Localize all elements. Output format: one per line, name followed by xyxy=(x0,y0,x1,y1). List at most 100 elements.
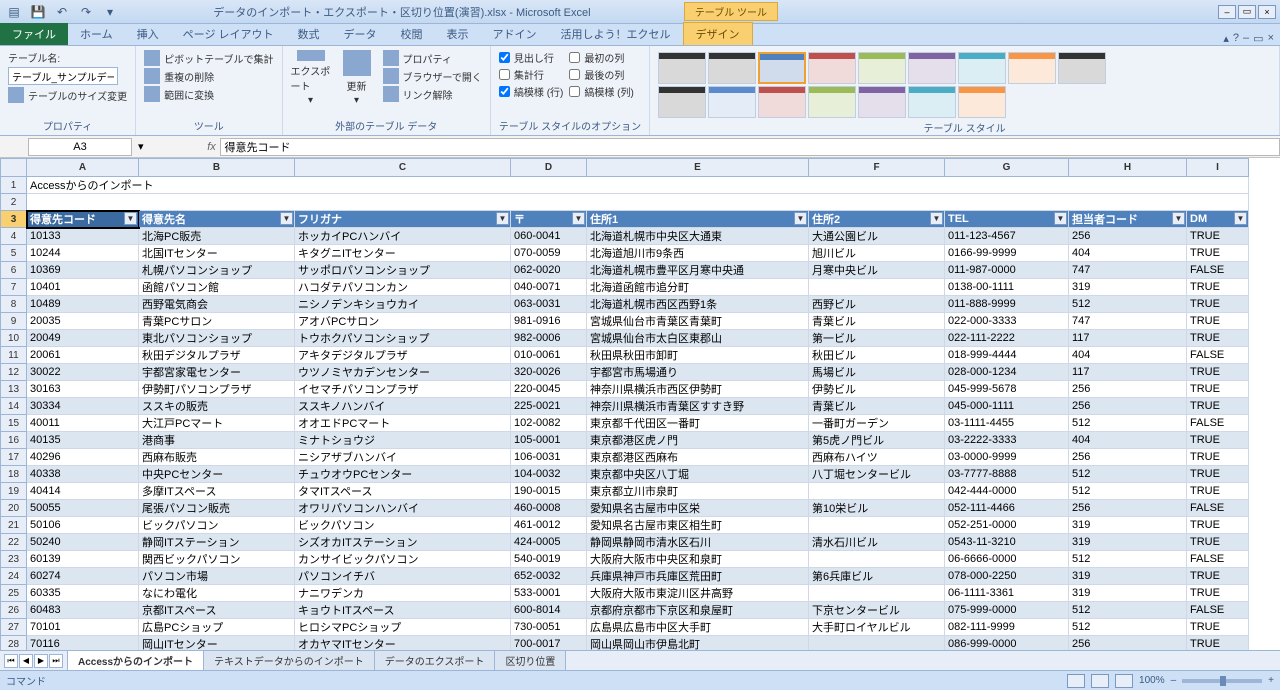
cell[interactable]: 東京都港区西麻布 xyxy=(587,449,809,466)
row-header[interactable]: 23 xyxy=(1,551,27,568)
resize-table-button[interactable]: テーブルのサイズ変更 xyxy=(8,87,127,103)
cell[interactable]: 東京都立川市泉町 xyxy=(587,483,809,500)
cell[interactable]: 10489 xyxy=(27,296,139,313)
cell[interactable]: 190-0015 xyxy=(511,483,587,500)
cell[interactable]: 700-0017 xyxy=(511,636,587,651)
cell[interactable]: 第6兵庫ビル xyxy=(809,568,945,585)
unlink-button[interactable]: リンク解除 xyxy=(383,86,482,102)
minimize-button[interactable]: – xyxy=(1218,5,1236,19)
header-cell[interactable]: TEL▼ xyxy=(945,211,1069,228)
workbook-maximize-icon[interactable]: ▭ xyxy=(1253,32,1263,45)
cell[interactable]: 256 xyxy=(1069,449,1187,466)
banded-cols-check[interactable]: 縞模様 (列) xyxy=(569,84,633,99)
row-header[interactable]: 18 xyxy=(1,466,27,483)
row-header[interactable]: 5 xyxy=(1,245,27,262)
cell[interactable]: 愛知県名古屋市中区栄 xyxy=(587,500,809,517)
cell[interactable]: 大通公園ビル xyxy=(809,228,945,245)
cell[interactable]: 256 xyxy=(1069,381,1187,398)
row-header[interactable]: 9 xyxy=(1,313,27,330)
cell[interactable]: キタグニITセンター xyxy=(295,245,511,262)
cell[interactable]: 319 xyxy=(1069,585,1187,602)
cell[interactable]: 青葉ビル xyxy=(809,398,945,415)
refresh-button[interactable]: 更新▾ xyxy=(337,50,377,106)
cell[interactable]: 60335 xyxy=(27,585,139,602)
filter-dropdown-icon[interactable]: ▼ xyxy=(1234,212,1247,225)
cell[interactable]: 018-999-4444 xyxy=(945,347,1069,364)
cell[interactable]: 青葉PCサロン xyxy=(139,313,295,330)
table-name-input[interactable] xyxy=(8,67,118,85)
cell[interactable]: 20049 xyxy=(27,330,139,347)
cell[interactable]: 伊勢町パソコンプラザ xyxy=(139,381,295,398)
cell[interactable]: 220-0045 xyxy=(511,381,587,398)
tab-data[interactable]: データ xyxy=(332,23,389,45)
cell[interactable]: 月寒中央ビル xyxy=(809,262,945,279)
row-header[interactable]: 19 xyxy=(1,483,27,500)
cell[interactable]: TRUE xyxy=(1187,568,1249,585)
cell[interactable]: 028-000-1234 xyxy=(945,364,1069,381)
cell[interactable]: 京都府京都市下京区和泉屋町 xyxy=(587,602,809,619)
cell[interactable]: TRUE xyxy=(1187,534,1249,551)
sheet-tab[interactable]: データのエクスポート xyxy=(374,651,496,671)
header-cell[interactable]: 〒▼ xyxy=(511,211,587,228)
row-header[interactable]: 25 xyxy=(1,585,27,602)
cell[interactable]: 馬場ビル xyxy=(809,364,945,381)
cell[interactable]: タマITスペース xyxy=(295,483,511,500)
cell[interactable]: ヒロシマPCショップ xyxy=(295,619,511,636)
row-header[interactable]: 8 xyxy=(1,296,27,313)
cell[interactable]: TRUE xyxy=(1187,245,1249,262)
cell[interactable]: 港商事 xyxy=(139,432,295,449)
cell[interactable]: 函館パソコン館 xyxy=(139,279,295,296)
cell[interactable]: 西麻布販売 xyxy=(139,449,295,466)
row-header[interactable]: 21 xyxy=(1,517,27,534)
cell[interactable]: TRUE xyxy=(1187,381,1249,398)
cell[interactable]: 512 xyxy=(1069,483,1187,500)
cell[interactable]: 0138-00-1111 xyxy=(945,279,1069,296)
cell[interactable]: TRUE xyxy=(1187,585,1249,602)
cell[interactable]: 042-444-0000 xyxy=(945,483,1069,500)
cell[interactable]: TRUE xyxy=(1187,313,1249,330)
row-header[interactable]: 27 xyxy=(1,619,27,636)
cell[interactable]: 旭川ビル xyxy=(809,245,945,262)
cell[interactable]: 981-0916 xyxy=(511,313,587,330)
view-normal-icon[interactable] xyxy=(1067,674,1085,688)
style-swatch[interactable] xyxy=(758,86,806,118)
style-swatch[interactable] xyxy=(1058,52,1106,84)
header-cell[interactable]: 得意先名▼ xyxy=(139,211,295,228)
cell[interactable]: 第一ビル xyxy=(809,330,945,347)
style-swatch[interactable] xyxy=(658,86,706,118)
convert-range-button[interactable]: 範囲に変換 xyxy=(144,86,273,102)
cell[interactable]: 宇都宮家電センター xyxy=(139,364,295,381)
cell[interactable] xyxy=(27,194,1249,211)
cell[interactable]: 06-6666-0000 xyxy=(945,551,1069,568)
cell[interactable]: 117 xyxy=(1069,364,1187,381)
cell[interactable]: 982-0006 xyxy=(511,330,587,347)
col-header[interactable]: H xyxy=(1069,159,1187,177)
cell[interactable]: TRUE xyxy=(1187,228,1249,245)
cell[interactable]: 北海道函館市追分町 xyxy=(587,279,809,296)
cell[interactable]: 50055 xyxy=(27,500,139,517)
row-header[interactable]: 16 xyxy=(1,432,27,449)
cell[interactable]: 北国ITセンター xyxy=(139,245,295,262)
sheet-nav-next-icon[interactable]: ▶ xyxy=(34,654,48,668)
redo-icon[interactable]: ↷ xyxy=(76,3,96,21)
cell[interactable]: TRUE xyxy=(1187,636,1249,651)
cell[interactable]: 022-111-2222 xyxy=(945,330,1069,347)
filter-dropdown-icon[interactable]: ▼ xyxy=(572,212,585,225)
style-swatch[interactable] xyxy=(908,52,956,84)
tab-insert[interactable]: 挿入 xyxy=(125,23,171,45)
cell[interactable]: 東京都港区虎ノ門 xyxy=(587,432,809,449)
cell[interactable]: アオバPCサロン xyxy=(295,313,511,330)
tab-review[interactable]: 校閲 xyxy=(389,23,435,45)
cell[interactable]: 460-0008 xyxy=(511,500,587,517)
style-swatch-selected[interactable] xyxy=(758,52,806,84)
row-header[interactable]: 15 xyxy=(1,415,27,432)
undo-icon[interactable]: ↶ xyxy=(52,3,72,21)
cell[interactable]: 40338 xyxy=(27,466,139,483)
cell[interactable] xyxy=(809,551,945,568)
row-header[interactable]: 10 xyxy=(1,330,27,347)
cell[interactable]: 秋田デジタルプラザ xyxy=(139,347,295,364)
style-swatch[interactable] xyxy=(1008,52,1056,84)
cell[interactable]: 540-0019 xyxy=(511,551,587,568)
cell[interactable]: 静岡県静岡市清水区石川 xyxy=(587,534,809,551)
cell[interactable]: 30334 xyxy=(27,398,139,415)
